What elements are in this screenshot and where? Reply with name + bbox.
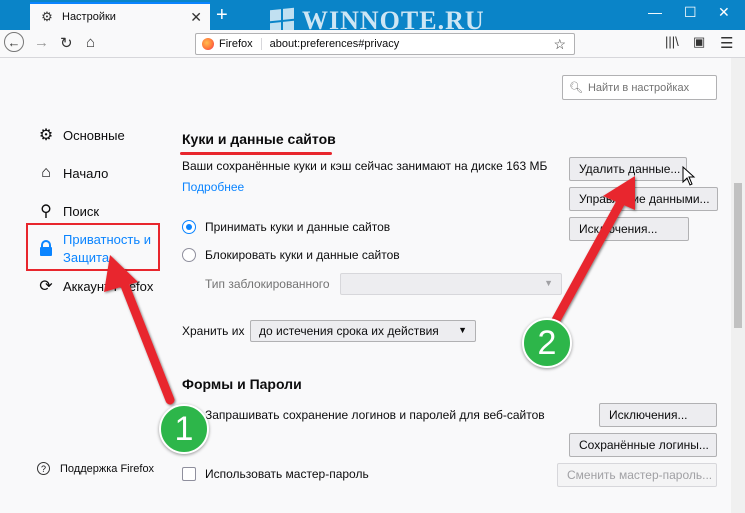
step-badge-2: 2 [522, 318, 572, 368]
arrow-2 [550, 195, 627, 327]
arrow-1-head [104, 255, 138, 292]
step-badge-2-number: 2 [537, 323, 557, 362]
arrow-1 [117, 273, 175, 405]
annotation-arrows [104, 165, 696, 405]
mouse-cursor-icon [682, 165, 696, 186]
step-badge-1-number: 1 [174, 409, 194, 448]
step-badge-1: 1 [159, 404, 209, 454]
